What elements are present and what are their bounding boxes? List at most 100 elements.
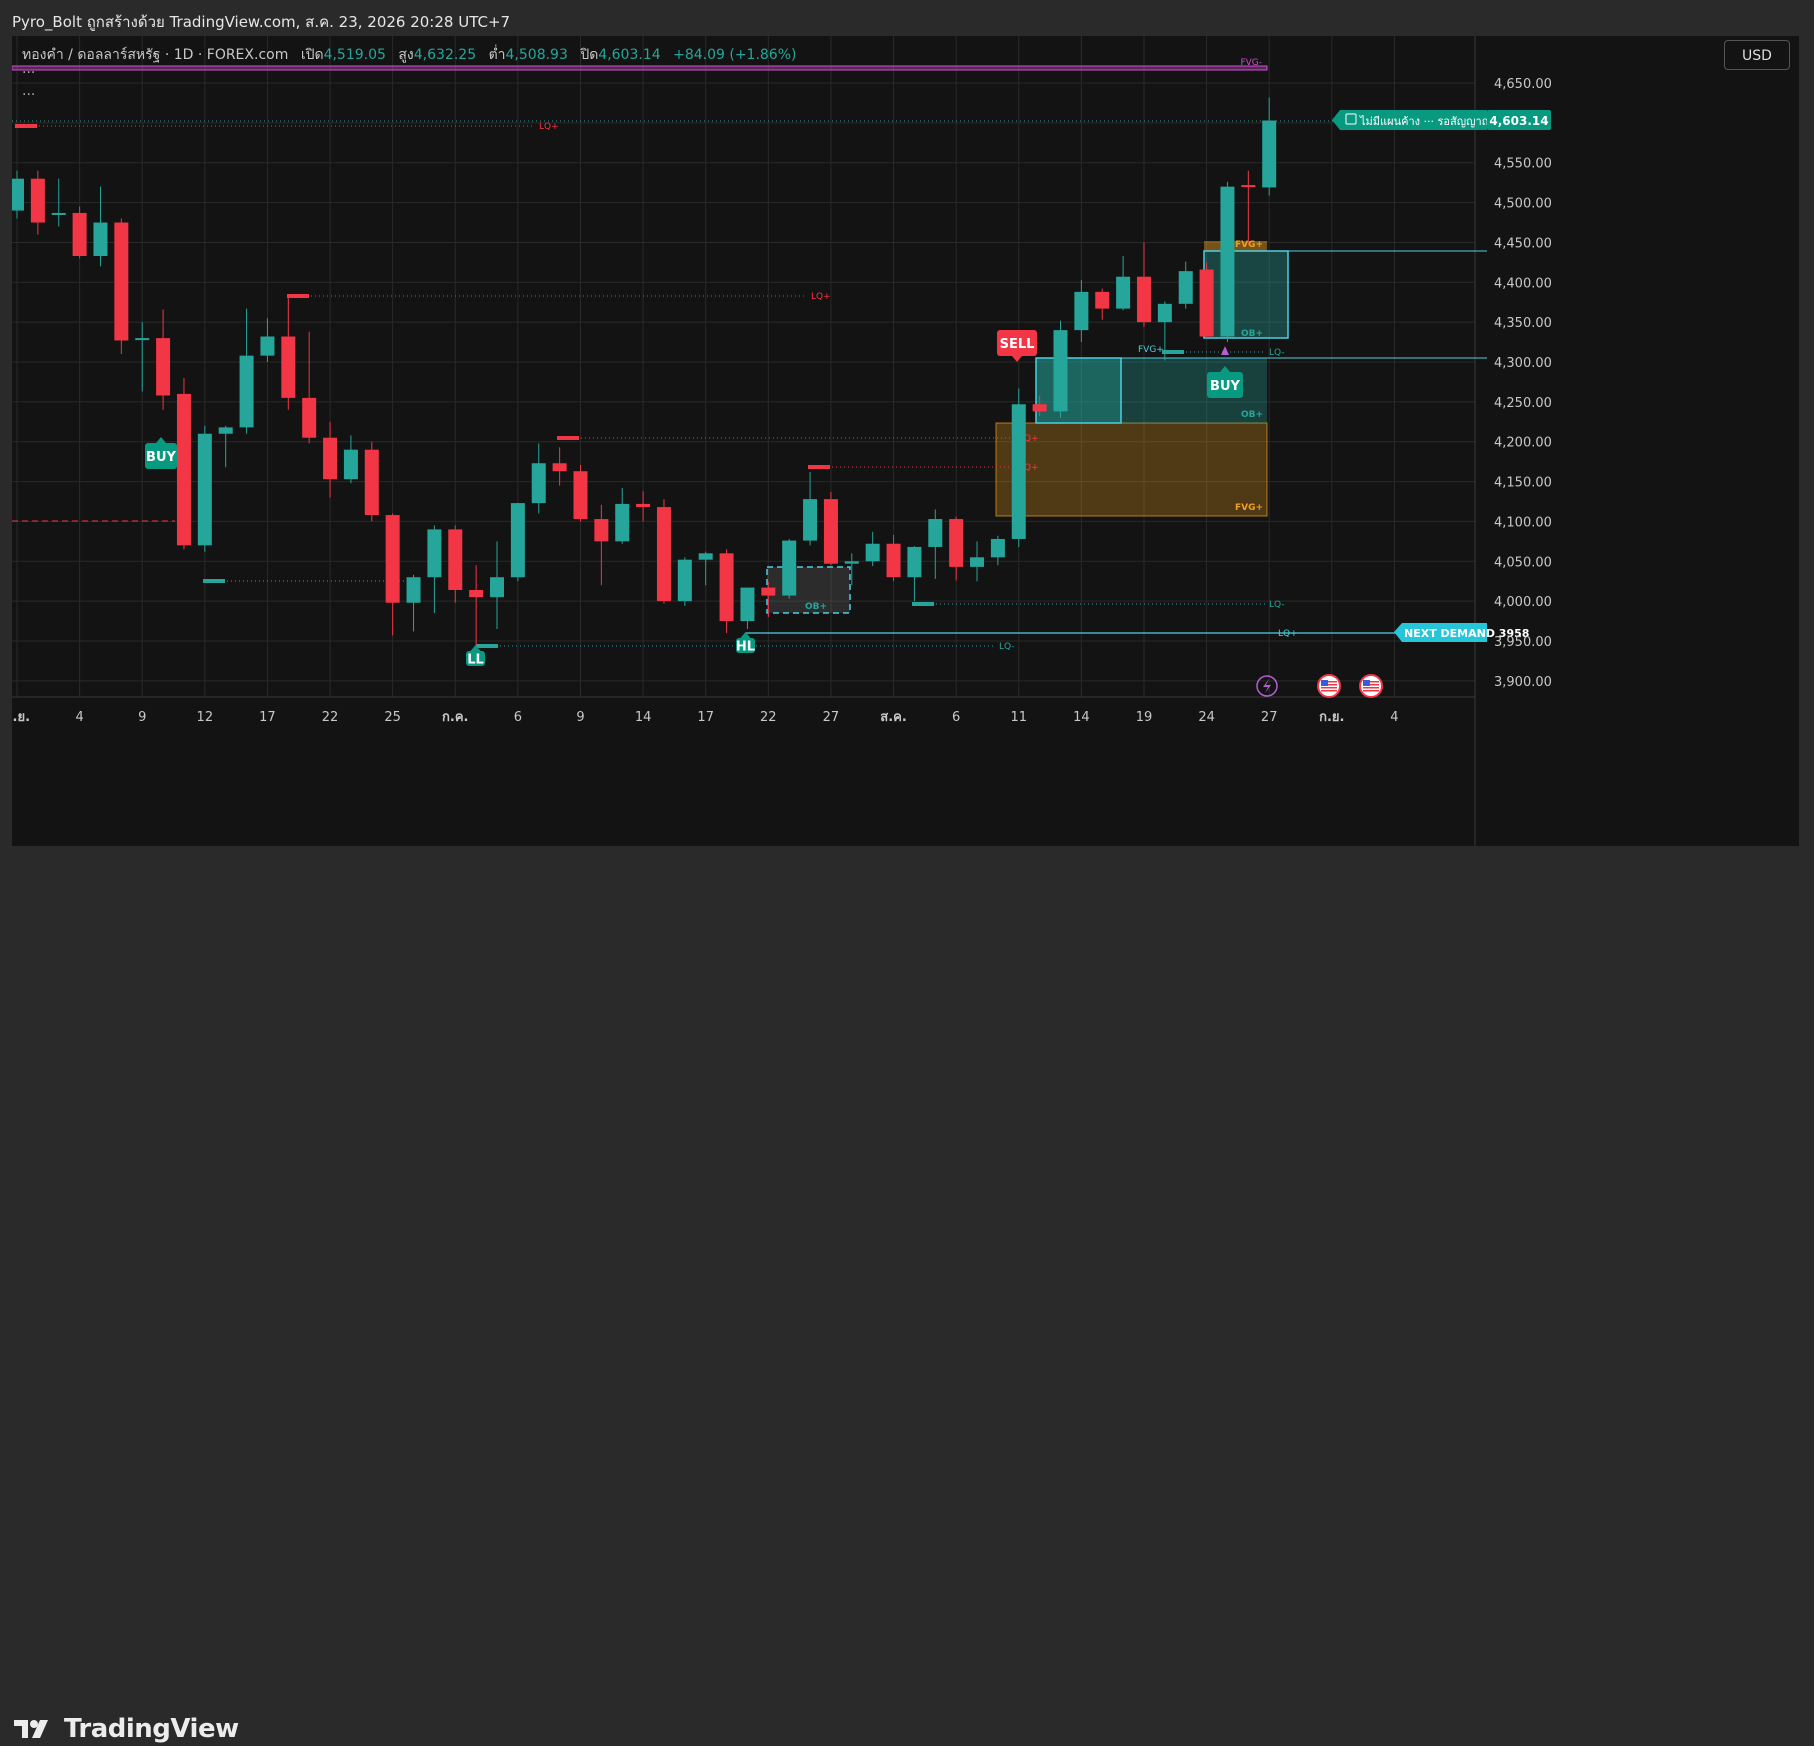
status-label: ไม่มีแผนค้าง ··· รอสัญญาณเข้า (1359, 115, 1509, 128)
change-value: +84.09 (+1.86%) (673, 47, 797, 63)
ob-plus-zone-top (1203, 250, 1289, 339)
candle-body-up (51, 212, 66, 215)
low-value: 4,508.93 (505, 47, 568, 63)
top-bar: Pyro_Bolt ถูกสร้างด้วย TradingView.com, … (0, 0, 1814, 38)
fvg-plus-cyan-label: FVG+ (1138, 345, 1164, 355)
chart-credit: Pyro_Bolt ถูกสร้างด้วย TradingView.com, … (12, 13, 511, 31)
flag-canton (1321, 680, 1328, 686)
y-tick-label: 4,350.00 (1494, 316, 1552, 331)
x-tick-label: มิ.ย. (12, 710, 30, 725)
buy-signal-1-pointer (156, 437, 166, 443)
y-tick-label: 4,400.00 (1494, 276, 1552, 291)
x-tick-label: 12 (197, 710, 214, 725)
x-tick-label: 9 (138, 710, 146, 725)
candle-body-down (281, 336, 296, 398)
y-tick-label: 4,550.00 (1494, 157, 1552, 172)
x-tick-label: 6 (952, 710, 960, 725)
ob-plus-dashed-label: OB+ (805, 602, 827, 612)
candle-body-up (531, 463, 546, 504)
x-tick-label: 22 (760, 710, 777, 725)
candle-body-up (990, 538, 1005, 558)
hl-label: HL (736, 632, 755, 655)
lq-plus-3-marker (557, 436, 579, 440)
candle-body-up (782, 540, 797, 596)
y-tick-label: 4,500.00 (1494, 197, 1552, 212)
lq-minus-3-label: LQ- (1269, 600, 1285, 610)
candle-body-down (594, 519, 609, 542)
candle-body-down (30, 178, 45, 223)
candle-body-up (803, 499, 818, 541)
candle-body-down (448, 529, 463, 590)
candle-body-down (114, 222, 129, 341)
candle-body-up (1262, 120, 1277, 188)
candle-body-up (490, 577, 505, 598)
candle-body-up (1074, 291, 1089, 331)
footer-bar: TradingView (0, 846, 1814, 1744)
flag-stripe (1321, 690, 1337, 692)
price-badge: 4,603.14 (1489, 114, 1548, 128)
candle-body-down (156, 338, 171, 396)
tradingview-logo[interactable]: TradingView (14, 1712, 239, 1746)
candle-body-up (1157, 303, 1172, 323)
x-tick-label: 14 (1073, 710, 1090, 725)
candle-body-up (427, 529, 442, 578)
candle-body-down (636, 503, 651, 508)
candle-body-up (197, 433, 212, 546)
candle-body-up (239, 355, 254, 428)
status-pill: ไม่มีแผนค้าง ··· รอสัญญาณเข้า (1332, 110, 1509, 130)
x-tick-label: 4 (75, 710, 83, 725)
more-dots-icon[interactable]: ··· (22, 84, 35, 106)
high-value: 4,632.25 (413, 47, 477, 63)
candle-body-up (406, 577, 421, 603)
x-tick-label: ส.ค. (880, 710, 907, 725)
y-tick-label: 4,000.00 (1494, 595, 1552, 610)
candle-body-up (93, 222, 108, 257)
lq-minus-4-label: LQ- (1269, 348, 1285, 358)
lq-minus-2-label: LQ- (999, 642, 1015, 652)
lq-plus-4-marker (808, 465, 830, 469)
lq-plus-2-label: LQ+ (811, 292, 831, 302)
candle-body-up (510, 503, 525, 578)
flag-stripe (1363, 687, 1379, 689)
legend-more-menu[interactable]: ··· ··· (22, 62, 35, 106)
candle-body-down (1095, 291, 1110, 309)
candle-body-down (552, 463, 567, 472)
x-tick-label: 27 (823, 710, 840, 725)
candle-body-up (698, 553, 713, 560)
candle-body-up (135, 338, 150, 341)
ll-label: LL (466, 645, 485, 668)
candle-body-up (343, 449, 358, 480)
fvg-minus-band (12, 65, 1268, 71)
ll-label-text: LL (467, 653, 484, 668)
x-tick-label: 24 (1198, 710, 1215, 725)
tradingview-mark-icon (14, 1720, 48, 1738)
open-value: 4,519.05 (323, 47, 386, 63)
x-tick-label: 6 (514, 710, 522, 725)
x-tick-label: 22 (322, 710, 339, 725)
candle-body-down (323, 437, 338, 480)
y-tick-label: 3,900.00 (1494, 675, 1552, 690)
y-tick-label: 4,450.00 (1494, 236, 1552, 251)
buy-signal-1-text: BUY (146, 450, 176, 465)
x-tick-label: 17 (259, 710, 276, 725)
flag-stripe (1321, 687, 1337, 689)
symbol-name[interactable]: ทองคำ / ดอลลาร์สหรัฐ · 1D · FOREX.com (22, 47, 288, 63)
candle-body-up (970, 557, 985, 567)
y-tick-label: 4,250.00 (1494, 396, 1552, 411)
candle-body-up (740, 587, 755, 622)
ob-plus-top-label: OB+ (1241, 329, 1263, 339)
price-chart[interactable]: FVG-LQ+LQ+LQ+LQ+LQ-LQ-LQ-LQ+FVG+FVG+FVG+… (12, 36, 1799, 846)
ob-plus-zone-outline (1035, 357, 1122, 424)
lq-minus-1-marker (203, 579, 225, 583)
high-label: สูง (398, 47, 414, 63)
x-tick-label: 19 (1136, 710, 1153, 725)
more-dots-icon[interactable]: ··· (22, 62, 35, 84)
y-tick-label: 4,300.00 (1494, 356, 1552, 371)
x-tick-label: 25 (384, 710, 401, 725)
x-tick-label: 17 (697, 710, 714, 725)
sell-signal-text: SELL (1000, 337, 1035, 352)
candle-body-up (1116, 276, 1131, 309)
currency-button[interactable]: USD (1724, 40, 1790, 70)
lq-plus-demand-label: LQ+ (1278, 629, 1298, 639)
lq-minus-3-marker (912, 602, 934, 606)
